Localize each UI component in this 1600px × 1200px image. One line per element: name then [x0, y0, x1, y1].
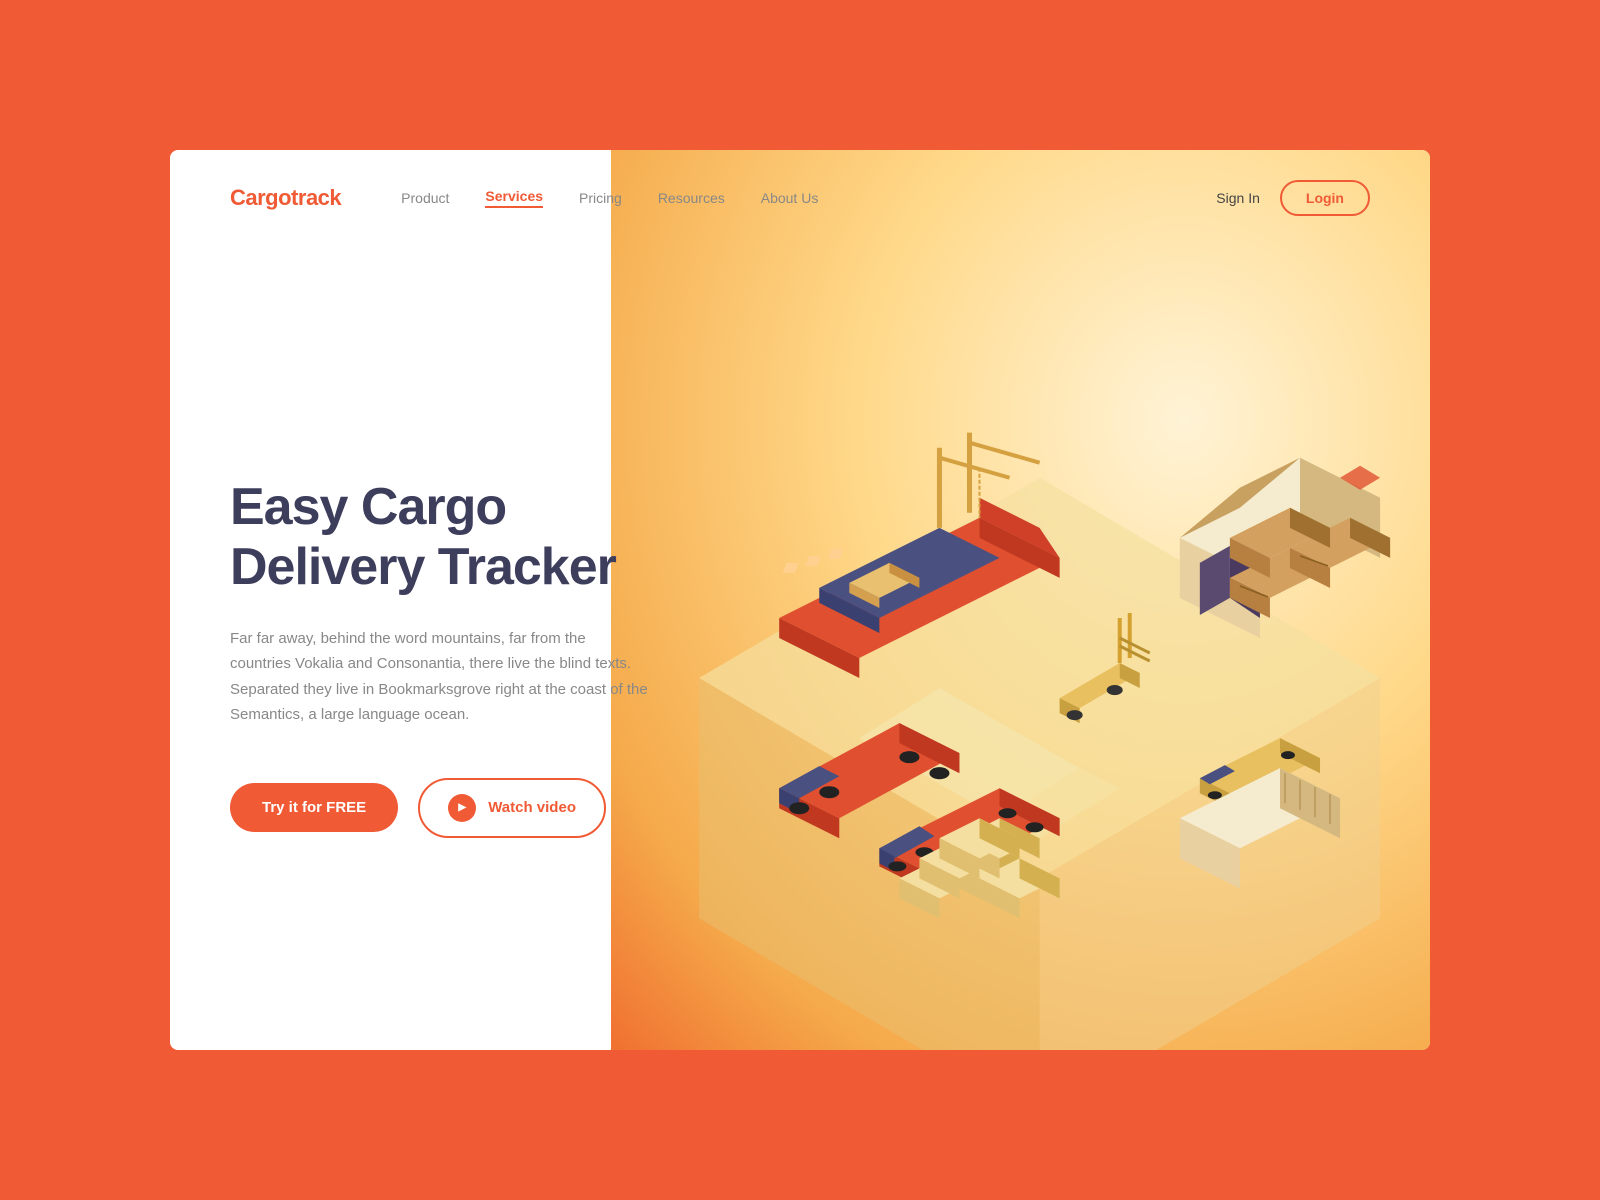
page-container: Cargotrack Product Services Pricing Reso… [170, 150, 1430, 1050]
login-button[interactable]: Login [1280, 180, 1370, 216]
nav-item-product[interactable]: Product [401, 190, 449, 206]
cargo-scene-svg [649, 246, 1430, 1050]
nav-item-resources[interactable]: Resources [658, 190, 725, 206]
nav-links: Product Services Pricing Resources About… [401, 188, 1176, 208]
watch-video-button[interactable]: ▶ Watch video [418, 778, 606, 838]
play-icon: ▶ [448, 794, 476, 822]
nav-item-services[interactable]: Services [485, 188, 543, 208]
hero-illustration [649, 246, 1430, 1050]
hero-description: Far far away, behind the word mountains,… [230, 626, 650, 728]
nav-item-pricing[interactable]: Pricing [579, 190, 622, 206]
logo[interactable]: Cargotrack [230, 185, 341, 211]
hero-section: Easy Cargo Delivery Tracker Far far away… [170, 246, 1430, 1050]
nav-item-about[interactable]: About Us [761, 190, 819, 206]
nav-actions: Sign In Login [1216, 180, 1370, 216]
sign-in-button[interactable]: Sign In [1216, 190, 1260, 206]
try-free-button[interactable]: Try it for FREE [230, 783, 398, 832]
navbar: Cargotrack Product Services Pricing Reso… [170, 150, 1430, 246]
